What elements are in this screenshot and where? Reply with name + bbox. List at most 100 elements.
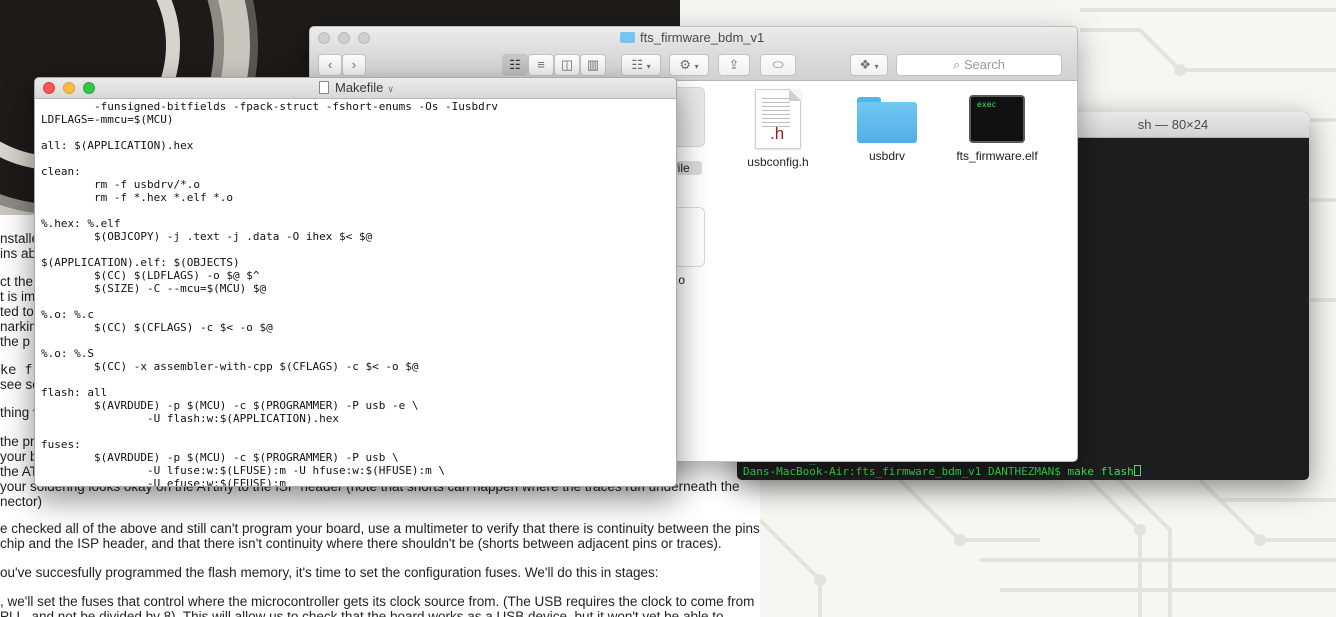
file-label: usbconfig.h [747,155,809,169]
article-line: ins ab [0,246,37,261]
gear-icon: ⚙ [679,57,691,72]
code-line: $(AVRDUDE) -p $(MCU) -c $(PROGRAMMER) -P… [41,399,419,412]
forward-button[interactable]: › [342,54,366,76]
editor-title[interactable]: Makefile ∨ [319,80,394,95]
code-line: $(CC) $(LDFLAGS) -o $@ $^ [41,269,260,282]
file-usbconfig-h[interactable]: .h usbconfig.h [728,89,828,169]
chevron-right-icon: › [351,57,357,72]
code-line: flash: all [41,386,108,399]
document-icon [319,81,329,94]
editor-text-area[interactable]: -funsigned-bitfields -fpack-struct -fsho… [35,99,676,487]
chevron-down-icon: ▾ [694,62,699,71]
code-line: $(OBJCOPY) -j .text -j .data -O ihex $< … [41,230,373,243]
hidden-object-icon[interactable] [675,207,705,267]
article-line: the AT [0,464,39,479]
tags-button[interactable]: ⬭ [760,54,796,76]
folder-icon [857,97,917,143]
folder-usbdrv[interactable]: usbdrv [837,89,937,163]
search-placeholder: Search [963,57,1006,72]
article-line: t is im [0,289,36,304]
article-line: nector) [0,494,43,509]
article-line: ted to [0,304,34,319]
h-file-icon: .h [755,89,801,149]
finder-titlebar[interactable]: fts_firmware_bdm_v1 [310,27,1077,49]
article-line: e checked all of the above and still can… [0,521,760,536]
code-line: %.o: %.c [41,308,94,321]
exec-badge: exec [977,100,997,109]
list-view-button[interactable]: ≡ [528,54,554,76]
finder-title-text: fts_firmware_bdm_v1 [640,30,765,45]
search-icon: ⌕ [952,57,961,72]
article-line: narkin [0,319,37,334]
terminal-cursor [1133,465,1141,476]
share-icon: ⇪ [728,57,740,72]
chevron-left-icon: ‹ [327,57,333,72]
article-line: chip and the ISP header, and that there … [0,536,722,551]
code-line: fuses: [41,438,81,451]
gallery-view-button[interactable]: ▥ [580,54,606,76]
search-input[interactable]: ⌕ Search [896,54,1062,76]
close-button[interactable] [43,82,55,94]
code-line: $(APPLICATION).elf: $(OBJECTS) [41,256,240,269]
editor-window[interactable]: Makefile ∨ -funsigned-bitfields -fpack-st… [34,77,677,487]
code-line: LDFLAGS=-mmcu=$(MCU) [41,113,174,126]
article-line: your b [0,449,38,464]
share-button[interactable]: ⇪ [718,54,750,76]
finder-close-button[interactable] [318,32,330,44]
hidden-file-icon[interactable] [675,87,705,147]
code-line: $(CC) -x assembler-with-cpp $(CFLAGS) -c… [41,360,419,373]
minimize-button[interactable] [63,82,75,94]
code-line: -U efuse:w:$(EFUSE):m [41,477,287,487]
tag-icon: ⬭ [772,57,784,72]
code-line: rm -f usbdrv/*.o [41,178,200,191]
zoom-button[interactable] [83,82,95,94]
dropbox-button[interactable]: ❖ ▾ [850,54,888,76]
code-line: %.hex: %.elf [41,217,121,230]
terminal-prompt-line[interactable]: Dans-MacBook-Air:fts_firmware_bdm_v1 DAN… [743,465,1303,478]
list-icon: ≡ [537,57,545,72]
back-button[interactable]: ‹ [318,54,342,76]
finder-minimize-button[interactable] [338,32,350,44]
folder-icon [620,32,635,43]
article-line: PLL, and not be divided by 8). This will… [0,609,724,617]
article-line: ou've succesfully programmed the flash m… [0,565,659,580]
article-line: the pr [0,434,35,449]
exec-icon: exec [969,95,1025,143]
code-line: clean: [41,165,81,178]
gallery-icon: ▥ [586,57,600,72]
code-line: $(AVRDUDE) -p $(MCU) -c $(PROGRAMMER) -P… [41,451,399,464]
chevron-down-icon: ▾ [646,62,651,71]
dropbox-icon: ❖ [859,57,871,72]
code-line: %.o: %.S [41,347,94,360]
file-fts-firmware-elf[interactable]: exec fts_firmware.elf [947,89,1047,163]
icon-view-button[interactable]: ☷ [502,54,528,76]
article-line: the p [0,334,31,349]
arrange-button[interactable]: ☷ ▾ [621,54,661,76]
editor-title-text: Makefile [335,80,384,95]
code-line: $(CC) $(CFLAGS) -c $< -o $@ [41,321,273,334]
terminal-prompt: Dans-MacBook-Air:fts_firmware_bdm_v1 DAN… [743,465,1134,478]
finder-title: fts_firmware_bdm_v1 [620,30,764,45]
code-line: all: $(APPLICATION).hex [41,139,194,152]
article-line: ke f [0,362,33,378]
finder-zoom-button[interactable] [358,32,370,44]
column-view-button[interactable]: ◫ [554,54,580,76]
terminal-title: sh — 80×24 [1137,117,1209,132]
code-line: rm -f *.hex *.elf *.o [41,191,234,204]
arrange-grid-icon: ☷ [631,57,643,72]
editor-titlebar[interactable]: Makefile ∨ [35,78,676,99]
code-line: -funsigned-bitfields -fpack-struct -fsho… [41,100,498,113]
action-button[interactable]: ⚙ ▾ [669,54,709,76]
article-line: , we'll set the fuses that control where… [0,594,755,609]
code-line: $(SIZE) -C --mcu=$(MCU) $@ [41,282,267,295]
grid-icon: ☷ [509,57,521,72]
chevron-down-icon: ∨ [387,84,395,94]
file-label: fts_firmware.elf [956,149,1038,163]
code-line: -U lfuse:w:$(LFUSE):m -U hfuse:w:$(HFUSE… [41,464,445,477]
